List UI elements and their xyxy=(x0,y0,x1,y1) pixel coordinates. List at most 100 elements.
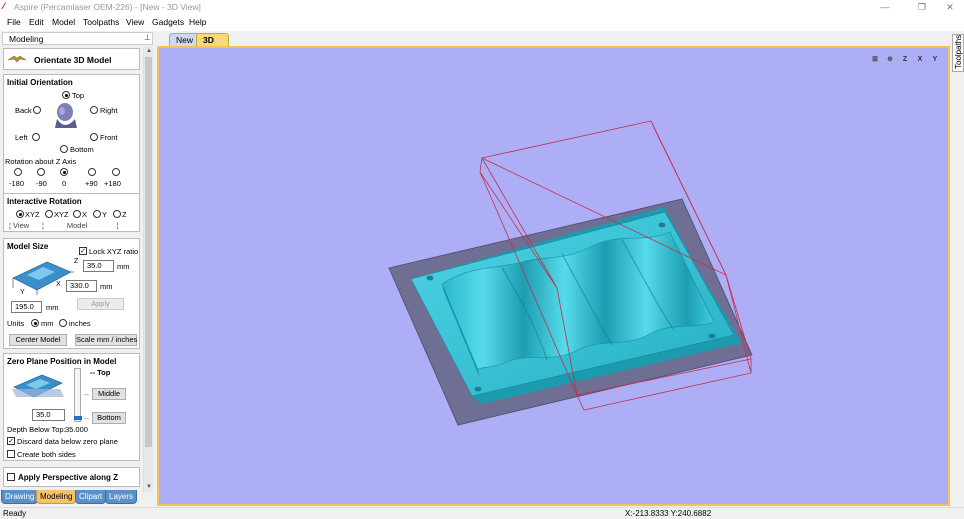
bottom-dash: -- xyxy=(84,414,89,423)
units-mm-label: mm xyxy=(41,319,54,328)
orient-bottom-radio[interactable] xyxy=(60,145,68,153)
rotation-minus90-radio[interactable] xyxy=(37,168,45,176)
model-size-box: Model Size ✓ Lock XYZ ratio Z 35.0 mm X … xyxy=(3,238,140,349)
orient-back-radio[interactable] xyxy=(33,106,41,114)
menu-file[interactable]: File xyxy=(7,17,21,27)
3d-viewport[interactable]: ⊠ ⊕ Z X Y xyxy=(157,46,950,506)
rotate-model-z-radio[interactable] xyxy=(113,210,121,218)
status-bar: Ready X:-213.8333 Y:240.6882 xyxy=(0,507,964,519)
tab-layers[interactable]: Layers xyxy=(105,490,138,504)
tray-hole-4 xyxy=(474,386,482,392)
model-y-size-input[interactable]: 195.0 xyxy=(11,301,42,313)
orient-left-label: Left xyxy=(15,133,28,142)
rotate-model-y-radio[interactable] xyxy=(93,210,101,218)
rotate-view-xyz-radio[interactable] xyxy=(16,210,24,218)
menu-toolpaths[interactable]: Toolpaths xyxy=(83,17,119,27)
orientate-heading-box: Orientate 3D Model xyxy=(3,48,140,70)
scale-mm-inches-button[interactable]: Scale mm / inches xyxy=(75,334,137,346)
units-label: Units xyxy=(7,319,25,328)
zero-plane-slider-thumb[interactable] xyxy=(74,416,82,420)
view-toolbar: ⊠ ⊕ Z X Y xyxy=(868,54,944,66)
cursor-coordinates: X:-213.8333 Y:240.6882 xyxy=(625,509,712,518)
tab-drawing[interactable]: Drawing xyxy=(1,490,39,504)
units-inches-radio[interactable] xyxy=(59,319,67,327)
rotate-model-x-radio[interactable] xyxy=(73,210,81,218)
close-button[interactable]: ✕ xyxy=(940,1,960,13)
apply-perspective-label: Apply Perspective along Z xyxy=(18,473,119,482)
menu-gadgets[interactable]: Gadgets xyxy=(152,17,184,27)
rotation-minus180-radio[interactable] xyxy=(14,168,22,176)
3d-scene[interactable] xyxy=(159,48,948,504)
menu-help[interactable]: Help xyxy=(189,17,206,27)
eagle-logo-icon xyxy=(7,55,27,63)
orient-right-radio[interactable] xyxy=(90,106,98,114)
aspire-logo-icon: ⁄ xyxy=(3,1,5,11)
panel-scrollbar[interactable]: ▲ ▼ xyxy=(143,47,153,492)
model-size-car-icon xyxy=(12,261,74,295)
view-fit-icon[interactable]: ⊕ xyxy=(883,54,897,66)
rotate-model-y-label: Y xyxy=(102,210,108,219)
z-axis-label: Z xyxy=(74,258,79,265)
rotate-model-xyz-label: XYZ xyxy=(54,210,69,219)
tab-modeling[interactable]: Modeling xyxy=(36,490,77,504)
tray-hole-3 xyxy=(708,333,716,339)
model-z-size-input[interactable]: 35.0 xyxy=(83,260,114,272)
x-unit-label: mm xyxy=(100,282,113,291)
title-bar: ⁄ Aspire (Percamlaser OEM-226) - [New - … xyxy=(0,0,964,14)
rotate-model-x-label: X xyxy=(82,210,88,219)
panel-header: Modeling ⊥ xyxy=(2,32,153,45)
view-z-icon[interactable]: Z xyxy=(898,54,912,66)
discard-below-checkbox[interactable]: ✓ xyxy=(7,437,15,445)
zero-plane-slider[interactable] xyxy=(74,368,82,422)
view-x-icon[interactable]: X xyxy=(913,54,927,66)
panel-heading: Orientate 3D Model xyxy=(34,55,112,65)
tab-clipart[interactable]: Clipart xyxy=(75,490,107,504)
units-inches-label: inches xyxy=(69,319,91,328)
orient-top-radio[interactable] xyxy=(62,91,70,99)
tab-toolpaths[interactable]: Toolpaths xyxy=(952,34,964,72)
orient-top-label: Top xyxy=(72,91,85,100)
bottom-tab-strip: Drawing Modeling Clipart Layers xyxy=(0,489,155,506)
orient-right-label: Right xyxy=(100,106,118,115)
rotation-plus180-label: +180 xyxy=(104,179,121,188)
units-mm-radio[interactable] xyxy=(31,319,39,327)
zero-plane-input[interactable]: 35.0 xyxy=(32,409,65,421)
model-group-label: ¦ Model ¦ xyxy=(42,221,119,230)
y-unit-label: mm xyxy=(46,303,59,312)
rotation-plus180-radio[interactable] xyxy=(112,168,120,176)
view-y-icon[interactable]: Y xyxy=(928,54,942,66)
rotate-view-xyz-label: XYZ xyxy=(25,210,40,219)
lock-ratio-checkbox[interactable]: ✓ xyxy=(79,247,87,255)
orient-left-radio[interactable] xyxy=(32,133,40,141)
initial-orientation-title: Initial Orientation xyxy=(7,78,73,87)
minimize-button[interactable]: — xyxy=(875,1,895,13)
orient-back-label: Back xyxy=(15,106,32,115)
tray-hole-1 xyxy=(426,275,434,281)
rotation-plus90-radio[interactable] xyxy=(88,168,96,176)
rotate-model-xyz-radio[interactable] xyxy=(45,210,53,218)
orient-front-radio[interactable] xyxy=(90,133,98,141)
restore-button[interactable]: ❐ xyxy=(912,1,932,13)
menu-edit[interactable]: Edit xyxy=(29,17,44,27)
rotation-0-radio[interactable] xyxy=(60,168,68,176)
zero-plane-car-icon xyxy=(10,367,66,403)
create-both-sides-checkbox[interactable] xyxy=(7,450,15,458)
window-title: Aspire (Percamlaser OEM-226) - [New - 3D… xyxy=(14,2,201,12)
zero-bottom-button[interactable]: Bottom xyxy=(92,412,126,424)
model-x-size-input[interactable]: 330.0 xyxy=(66,280,97,292)
scroll-thumb[interactable] xyxy=(145,57,152,447)
view-iso-icon[interactable]: ⊠ xyxy=(868,54,882,66)
middle-dash: -- xyxy=(84,390,89,399)
tab-3d-view[interactable]: 3D View xyxy=(196,33,230,58)
interactive-rotation-box: Interactive Rotation XYZ XYZ X Y Z ¦ Vie… xyxy=(3,193,140,232)
apply-size-button[interactable]: Apply xyxy=(77,298,124,310)
zero-middle-button[interactable]: Middle xyxy=(92,388,126,400)
scroll-up-icon[interactable]: ▲ xyxy=(145,47,153,55)
pin-icon[interactable]: ⊥ xyxy=(144,33,151,42)
center-model-button[interactable]: Center Model xyxy=(9,334,67,346)
menu-model[interactable]: Model xyxy=(52,17,75,27)
menu-view[interactable]: View xyxy=(126,17,144,27)
view-group-label: ¦ View xyxy=(9,221,30,230)
tray-hole-2 xyxy=(658,222,666,228)
apply-perspective-checkbox[interactable] xyxy=(7,473,15,481)
